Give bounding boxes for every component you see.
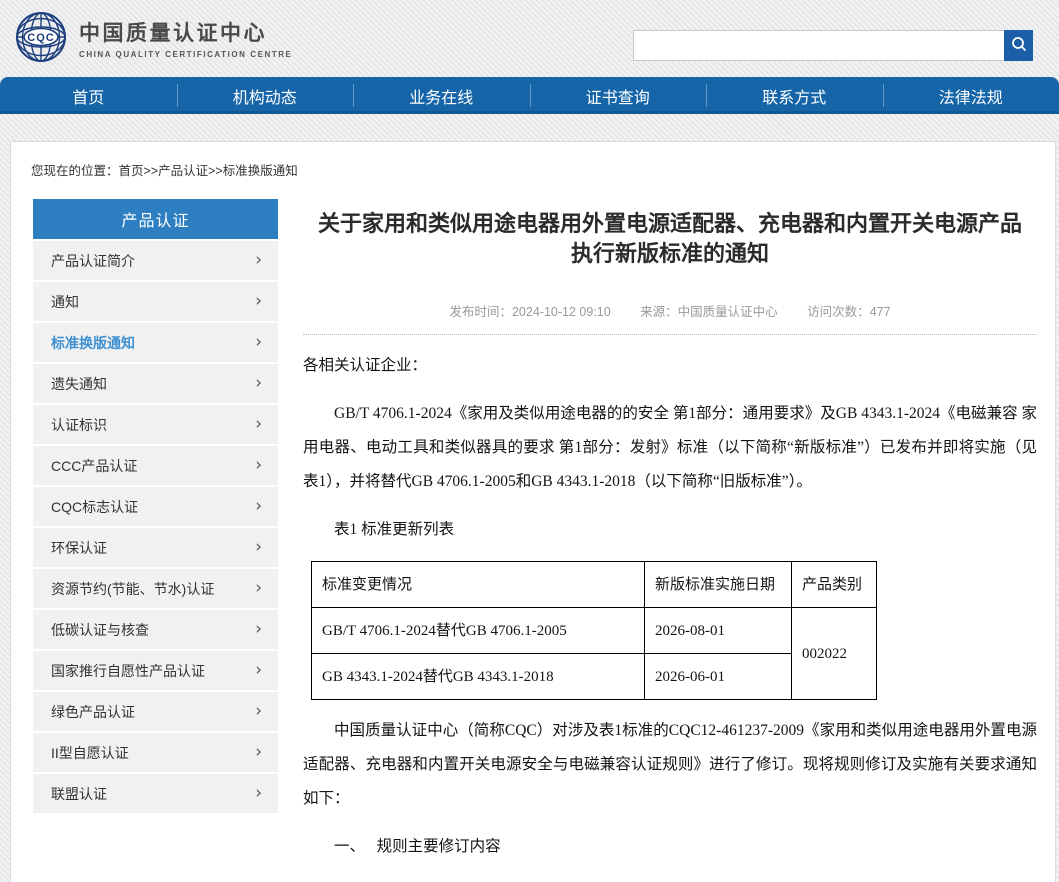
- chevron-right-icon: ›: [255, 785, 262, 802]
- main-nav: 首页 机构动态 业务在线 证书查询 联系方式 法律法规: [0, 77, 1059, 114]
- chevron-right-icon: ›: [255, 375, 262, 392]
- article-source: 来源：中国质量认证中心: [640, 305, 778, 319]
- chevron-right-icon: ›: [255, 539, 262, 556]
- breadcrumb-path[interactable]: 首页>>产品认证>>标准换版通知: [119, 164, 298, 178]
- chevron-right-icon: ›: [255, 662, 262, 679]
- col-header-date: 新版标准实施日期: [645, 562, 792, 608]
- col-header-change: 标准变更情况: [312, 562, 645, 608]
- breadcrumb: 您现在的位置：首页>>产品认证>>标准换版通知: [31, 160, 1055, 179]
- search-input[interactable]: [633, 30, 1004, 61]
- article: 关于家用和类似用途电器用外置电源适配器、充电器和内置开关电源产品执行新版标准的通…: [303, 199, 1037, 882]
- search-box: [633, 30, 1033, 61]
- cell-change-1: GB/T 4706.1-2024替代GB 4706.1-2005: [312, 608, 645, 654]
- cell-date-1: 2026-08-01: [645, 608, 792, 654]
- col-header-category: 产品类别: [792, 562, 877, 608]
- logo-name-en: CHINA QUALITY CERTIFICATION CENTRE: [79, 50, 292, 59]
- chevron-right-icon: ›: [255, 252, 262, 269]
- logo-abbr-text: CQC: [27, 32, 54, 44]
- chevron-right-icon: ›: [255, 416, 262, 433]
- chevron-right-icon: ›: [255, 580, 262, 597]
- sidebar-item-loss-notice[interactable]: 遗失通知 ›: [33, 364, 278, 403]
- revision-paragraph: 中国质量认证中心（简称CQC）对涉及表1标准的CQC12-461237-2009…: [303, 714, 1037, 816]
- standards-update-table: 标准变更情况 新版标准实施日期 产品类别 GB/T 4706.1-2024替代G…: [311, 561, 877, 700]
- sidebar-item-cqc-mark-certification[interactable]: CQC标志认证 ›: [33, 487, 278, 526]
- intro-paragraph: GB/T 4706.1-2024《家用及类似用途电器的的安全 第1部分：通用要求…: [303, 397, 1037, 499]
- sidebar-item-alliance-certification[interactable]: 联盟认证 ›: [33, 774, 278, 813]
- visit-count: 访问次数：477: [807, 305, 890, 319]
- content-panel: 您现在的位置：首页>>产品认证>>标准换版通知 产品认证 产品认证简介 › 通知…: [10, 141, 1056, 882]
- search-icon: [1010, 35, 1028, 56]
- cell-date-2: 2026-06-01: [645, 654, 792, 700]
- sidebar-title: 产品认证: [33, 199, 278, 239]
- logo-name-cn: 中国质量认证中心: [79, 21, 292, 47]
- sidebar-item-notice[interactable]: 通知 ›: [33, 282, 278, 321]
- cell-change-2: GB 4343.1-2024替代GB 4343.1-2018: [312, 654, 645, 700]
- publish-time: 发布时间：2024-10-12 09:10: [449, 305, 610, 319]
- site-header: CQC 中国质量认证中心 CHINA QUALITY CERTIFICATION…: [0, 0, 1059, 77]
- sidebar-item-green-product[interactable]: 绿色产品认证 ›: [33, 692, 278, 731]
- page-title: 关于家用和类似用途电器用外置电源适配器、充电器和内置开关电源产品执行新版标准的通…: [313, 209, 1028, 269]
- sidebar-item-national-voluntary[interactable]: 国家推行自愿性产品认证 ›: [33, 651, 278, 690]
- sidebar-item-resource-saving-certification[interactable]: 资源节约(节能、节水)认证 ›: [33, 569, 278, 608]
- nav-item-certificate-query[interactable]: 证书查询: [530, 77, 707, 114]
- chevron-right-icon: ›: [255, 457, 262, 474]
- article-meta: 发布时间：2024-10-12 09:10 来源：中国质量认证中心 访问次数：4…: [303, 301, 1037, 335]
- sidebar-item-type-ii-voluntary[interactable]: II型自愿认证 ›: [33, 733, 278, 772]
- nav-item-news[interactable]: 机构动态: [177, 77, 354, 114]
- breadcrumb-label: 您现在的位置：: [31, 164, 119, 178]
- chevron-right-icon: ›: [255, 498, 262, 515]
- chevron-right-icon: ›: [255, 621, 262, 638]
- cell-category: 002022: [792, 608, 877, 700]
- chevron-right-icon: ›: [255, 703, 262, 720]
- nav-item-laws[interactable]: 法律法规: [883, 77, 1059, 114]
- table-header-row: 标准变更情况 新版标准实施日期 产品类别: [312, 562, 877, 608]
- salutation: 各相关认证企业：: [303, 349, 1037, 383]
- sidebar-item-certification-mark[interactable]: 认证标识 ›: [33, 405, 278, 444]
- table-caption: 表1 标准更新列表: [303, 513, 1037, 547]
- cqc-globe-logo-icon: CQC: [14, 10, 68, 69]
- table-row: GB/T 4706.1-2024替代GB 4706.1-2005 2026-08…: [312, 608, 877, 654]
- nav-item-online-business[interactable]: 业务在线: [353, 77, 530, 114]
- site-logo[interactable]: CQC 中国质量认证中心 CHINA QUALITY CERTIFICATION…: [14, 10, 292, 69]
- nav-item-home[interactable]: 首页: [0, 77, 177, 114]
- search-button[interactable]: [1004, 30, 1033, 61]
- chevron-right-icon: ›: [255, 744, 262, 761]
- chevron-right-icon: ›: [255, 293, 262, 310]
- sidebar-item-intro[interactable]: 产品认证简介 ›: [33, 241, 278, 280]
- sidebar-item-low-carbon[interactable]: 低碳认证与核查 ›: [33, 610, 278, 649]
- article-body: 各相关认证企业： GB/T 4706.1-2024《家用及类似用途电器的的安全 …: [303, 349, 1037, 882]
- nav-item-contact[interactable]: 联系方式: [706, 77, 883, 114]
- section-heading: 一、 规则主要修订内容: [303, 830, 1037, 864]
- list-item-1: 1. GB/T 4706.1-2024替代GB 4706.1-2005；: [303, 878, 1037, 882]
- sidebar-product-certification: 产品认证 产品认证简介 › 通知 › 标准换版通知 › 遗失通知 › 认证标识 …: [33, 199, 278, 813]
- sidebar-item-standard-update-notice[interactable]: 标准换版通知 ›: [33, 323, 278, 362]
- chevron-right-icon: ›: [255, 334, 262, 351]
- sidebar-item-ccc-certification[interactable]: CCC产品认证 ›: [33, 446, 278, 485]
- sidebar-item-environmental-certification[interactable]: 环保认证 ›: [33, 528, 278, 567]
